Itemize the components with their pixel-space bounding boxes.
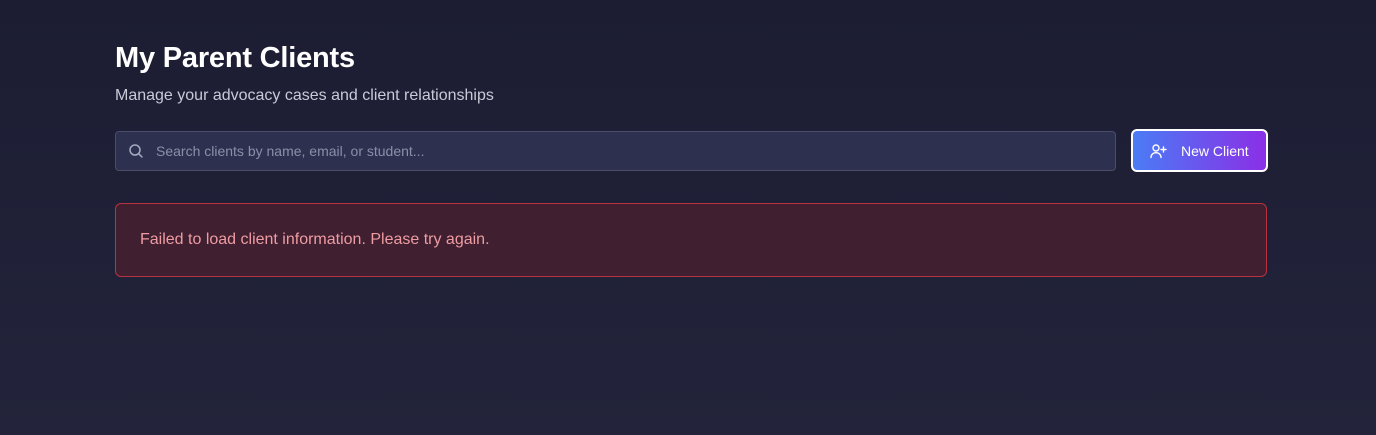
error-alert: Failed to load client information. Pleas… — [115, 203, 1267, 277]
error-message: Failed to load client information. Pleas… — [140, 231, 490, 248]
search-icon — [128, 143, 144, 159]
page-title: My Parent Clients — [115, 42, 355, 74]
search-box[interactable] — [115, 131, 1116, 171]
page-subtitle: Manage your advocacy cases and client re… — [115, 87, 494, 104]
new-client-button[interactable]: New Client — [1131, 129, 1268, 172]
user-plus-icon — [1149, 142, 1167, 160]
new-client-label: New Client — [1181, 142, 1249, 159]
search-input[interactable] — [156, 132, 1106, 170]
